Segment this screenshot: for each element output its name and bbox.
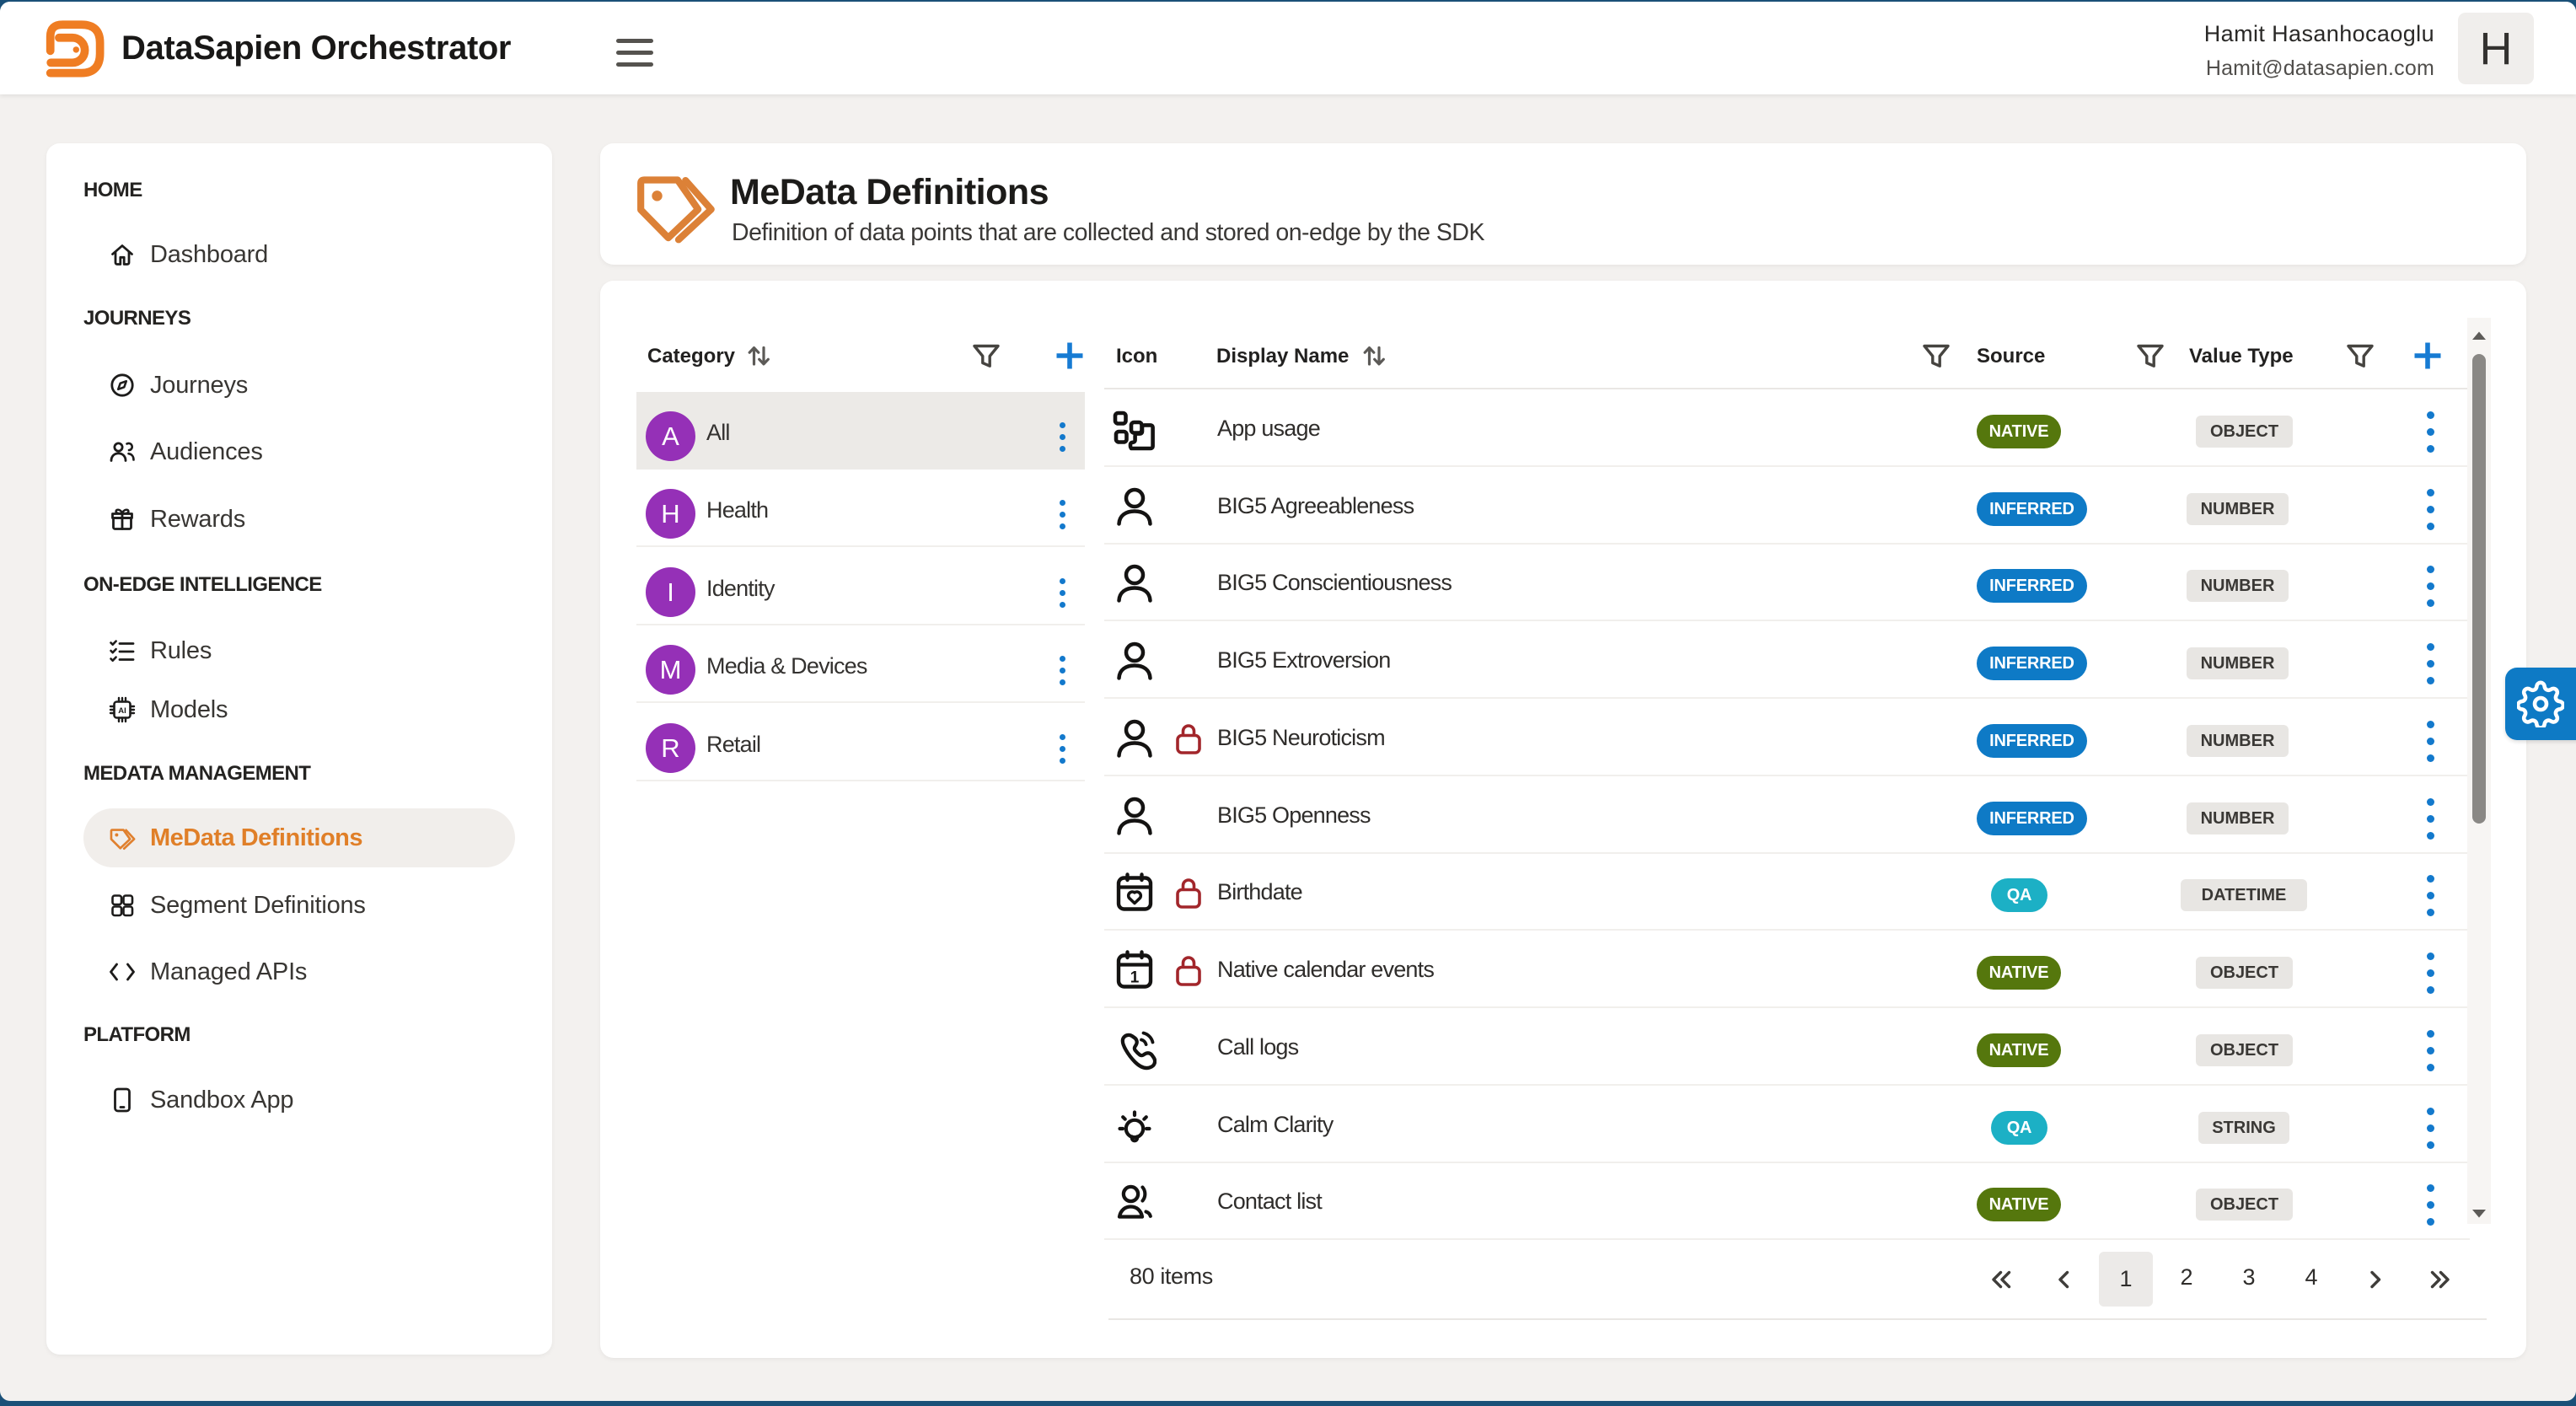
svg-text:AI: AI (118, 706, 126, 716)
svg-text:1: 1 (1130, 969, 1140, 987)
